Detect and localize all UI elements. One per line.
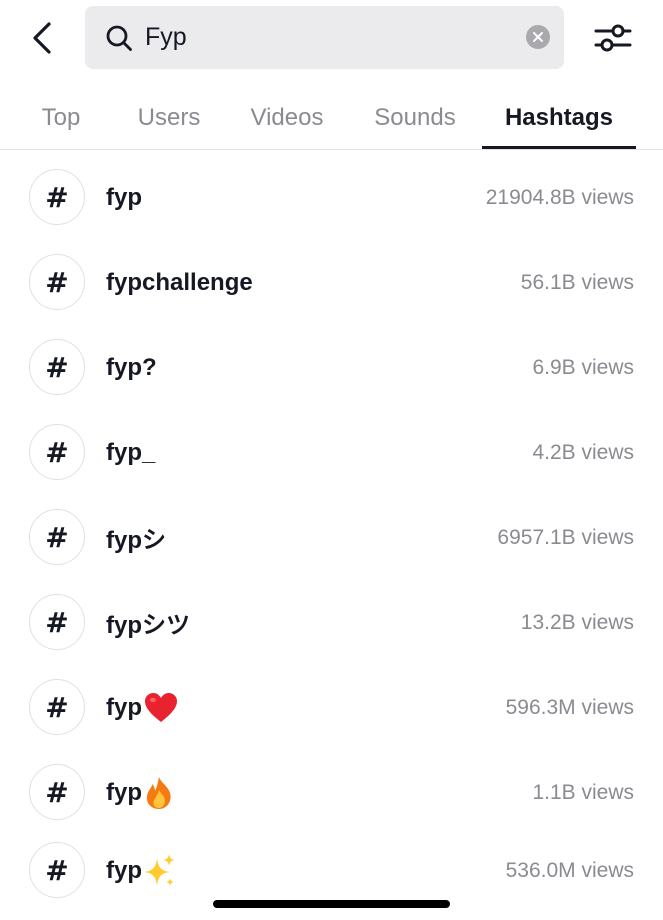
hashtag-icon: # [29,169,85,225]
hashtag-icon: # [29,679,85,735]
hashtag-views: 13.2B views [520,610,634,634]
hashtag-icon: # [29,594,85,650]
hashtag-label: fypchallenge [106,268,253,296]
filter-button[interactable] [592,18,634,58]
hashtag-views: 1.1B views [532,780,634,804]
hashtag-views: 596.3M views [505,695,634,719]
hashtag-name: fyp [106,750,174,835]
hashtag-row[interactable]: # fyp? 6.9B views [0,325,663,410]
search-icon [106,25,132,51]
tab-top[interactable]: Top [30,86,92,149]
hashtag-icon: # [29,254,85,310]
hashtag-views: 6.9B views [532,355,634,379]
hashtag-icon: # [29,764,85,820]
hashtag-row[interactable]: # fyp 21904.8B views [0,155,663,240]
tab-hashtags[interactable]: Hashtags [482,86,636,149]
hashtag-row[interactable]: # fyp 596.3M views [0,665,663,750]
tab-videos[interactable]: Videos [237,86,337,149]
search-tabs: Top Users Videos Sounds Hashtags [0,86,663,150]
hashtag-label: fyp? [106,353,157,381]
active-tab-indicator [482,146,636,149]
top-bar [0,0,663,80]
tab-sounds[interactable]: Sounds [361,86,469,149]
hashtag-views: 56.1B views [520,270,634,294]
tab-users[interactable]: Users [126,86,212,149]
hashtag-name: fyp_ [106,410,155,495]
hashtag-row[interactable]: # fyp_ 4.2B views [0,410,663,495]
hashtag-name: fypシ [106,495,166,580]
hashtag-label: fyp [106,856,142,884]
hashtag-label: fyp [106,778,142,806]
hashtag-views: 4.2B views [532,440,634,464]
hashtag-views: 21904.8B views [485,185,634,209]
hashtag-row[interactable]: # fypシ 6957.1B views [0,495,663,580]
hashtag-label: fypシ [106,527,166,554]
sliders-icon [594,24,632,52]
hashtag-row[interactable]: # fyp 1.1B views [0,750,663,835]
hashtag-label: fyp_ [106,438,156,466]
sparkles-icon [144,853,176,888]
hashtag-label: fypシツ [106,612,190,639]
hashtag-name: fypシツ [106,580,190,665]
hashtag-icon: # [29,424,85,480]
hashtag-label: fyp [106,183,142,211]
close-icon [533,32,543,42]
hashtag-name: fyp [106,828,176,913]
search-bar[interactable] [85,6,564,69]
hashtag-name: fyp [106,155,142,240]
search-input[interactable] [145,6,505,69]
clear-search-button[interactable] [526,25,550,49]
hashtag-name: fyp? [106,325,157,410]
home-indicator[interactable] [213,900,450,908]
hashtag-icon: # [29,509,85,565]
hashtag-icon: # [29,339,85,395]
hashtag-row[interactable]: # fypchallenge 56.1B views [0,240,663,325]
hashtag-name: fyp [106,665,178,750]
back-button[interactable] [24,18,60,58]
fire-icon [144,776,174,810]
hashtag-name: fypchallenge [106,240,253,325]
hashtag-views: 536.0M views [505,858,634,882]
hashtag-label: fyp [106,693,142,721]
chevron-left-icon [33,22,51,54]
heart-icon [144,692,178,724]
hashtag-views: 6957.1B views [497,525,634,549]
hashtag-row[interactable]: # fypシツ 13.2B views [0,580,663,665]
hashtag-icon: # [29,842,85,898]
